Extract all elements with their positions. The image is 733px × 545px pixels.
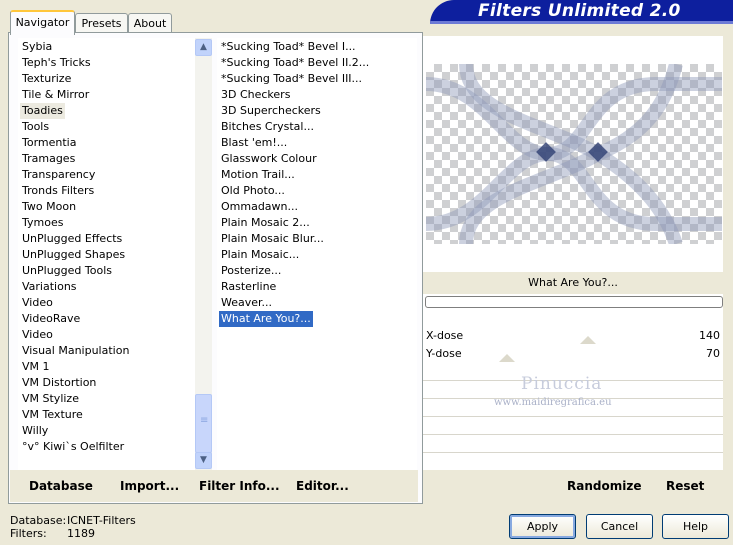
category-list-item[interactable]: Tools (20, 119, 51, 135)
filter-list-item[interactable]: *Sucking Toad* Bevel III... (219, 71, 364, 87)
param-label: Y-dose (426, 347, 462, 360)
scroll-down-icon[interactable]: ▼ (195, 452, 212, 469)
category-list-item[interactable]: VM Stylize (20, 391, 81, 407)
filter-list-item[interactable]: *Sucking Toad* Bevel II.2... (219, 55, 371, 71)
category-list-item[interactable]: UnPlugged Effects (20, 231, 124, 247)
category-list-item[interactable]: Tormentia (20, 135, 78, 151)
filter-list-item[interactable]: 3D Checkers (219, 87, 292, 103)
filter-list-item[interactable]: Rasterline (219, 279, 278, 295)
category-list-item[interactable]: VM 1 (20, 359, 52, 375)
empty-param-row (423, 434, 723, 435)
scrollbar-thumb[interactable] (195, 394, 212, 453)
database-button[interactable]: Database (29, 479, 93, 493)
filters-count-value: 1189 (67, 527, 95, 540)
category-list-item[interactable]: Tramages (20, 151, 77, 167)
param-value: 140 (699, 329, 720, 342)
database-status-value: ICNET-Filters (67, 514, 136, 527)
filter-list-item[interactable]: Blast 'em!... (219, 135, 289, 151)
category-list-item[interactable]: Texturize (20, 71, 73, 87)
param-label: X-dose (426, 329, 464, 342)
category-list-item[interactable]: Video (20, 295, 55, 311)
filter-list-item[interactable]: Plain Mosaic Blur... (219, 231, 326, 247)
category-list-item[interactable]: Transparency (20, 167, 97, 183)
filter-list-item[interactable]: Motion Trail... (219, 167, 297, 183)
filter-list-item[interactable]: Ommadawn... (219, 199, 300, 215)
param-x-dose[interactable]: X-dose 140 (423, 328, 723, 344)
filter-info-button-label: Filter Info... (199, 479, 280, 493)
tab-presets[interactable]: Presets (75, 13, 128, 33)
preview-image[interactable] (426, 64, 722, 244)
import-button[interactable]: Import... (120, 479, 179, 493)
filter-list-item[interactable]: Weaver... (219, 295, 274, 311)
category-list-item[interactable]: VM Texture (20, 407, 85, 423)
filter-list-item[interactable]: *Sucking Toad* Bevel I... (219, 39, 358, 55)
randomize-button[interactable]: Randomize (567, 479, 641, 493)
apply-button[interactable]: Apply (509, 514, 576, 539)
category-list-item[interactable]: UnPlugged Tools (20, 263, 114, 279)
filter-list-item[interactable]: Old Photo... (219, 183, 287, 199)
database-status-label: Database: (10, 514, 67, 527)
category-list-item[interactable]: Tronds Filters (20, 183, 96, 199)
filter-list-item[interactable]: Bitches Crystal... (219, 119, 316, 135)
filter-list-item[interactable]: What Are You?... (219, 311, 313, 327)
reset-button-label: Reset (666, 479, 705, 493)
category-list-item[interactable]: Tymoes (20, 215, 65, 231)
x-dose-slider-thumb[interactable] (580, 336, 596, 344)
help-button[interactable]: Help (662, 514, 729, 539)
y-dose-slider-thumb[interactable] (499, 354, 515, 362)
category-list-item[interactable]: VM Distortion (20, 375, 98, 391)
database-status: Database: ICNET-Filters (10, 514, 136, 527)
filter-list-item[interactable]: Plain Mosaic... (219, 247, 301, 263)
scroll-up-icon[interactable]: ▲ (195, 39, 212, 56)
category-list-item[interactable]: Teph's Tricks (20, 55, 93, 71)
category-list-item[interactable]: Variations (20, 279, 79, 295)
filter-list-item[interactable]: Posterize... (219, 263, 283, 279)
editor-button[interactable]: Editor... (296, 479, 349, 493)
reset-button[interactable]: Reset (666, 479, 704, 493)
filter-list-item[interactable]: Glasswork Colour (219, 151, 319, 167)
editor-button-label: Editor... (296, 479, 349, 493)
filter-info-button[interactable]: Filter Info... (199, 479, 280, 493)
empty-param-row (423, 452, 723, 453)
filters-count-label: Filters: (10, 527, 47, 540)
filters-count: Filters: 1189 (10, 527, 95, 540)
filter-name-label: What Are You?... (423, 272, 723, 294)
category-list-item[interactable]: Willy (20, 423, 50, 439)
randomize-button-label: Randomize (567, 479, 642, 493)
category-list-item[interactable]: Sybia (20, 39, 54, 55)
category-list-item[interactable]: VideoRave (20, 311, 82, 327)
import-button-label: Import... (120, 479, 180, 493)
cancel-button[interactable]: Cancel (586, 514, 653, 539)
category-list-item[interactable]: °v° Kiwi`s Oelfilter (20, 439, 126, 455)
param-value: 70 (706, 347, 720, 360)
watermark-name: Pinuccia (521, 374, 603, 394)
tab-navigator[interactable]: Navigator (10, 10, 75, 35)
watermark-url: www.maidiregrafica.eu (494, 397, 612, 408)
category-list-item[interactable]: Visual Manipulation (20, 343, 131, 359)
category-list-item[interactable]: Video (20, 327, 55, 343)
database-button-label: Database (29, 479, 93, 493)
category-scrollbar[interactable]: ▲ ▼ (195, 38, 212, 470)
empty-param-row (423, 416, 723, 417)
category-list-item[interactable]: Tile & Mirror (20, 87, 91, 103)
tab-about[interactable]: About (128, 13, 172, 33)
category-list-item[interactable]: Two Moon (20, 199, 78, 215)
filter-list-item[interactable]: Plain Mosaic 2... (219, 215, 312, 231)
title-banner: Filters Unlimited 2.0 (430, 0, 733, 24)
banner-title: Filters Unlimited 2.0 (478, 1, 681, 21)
filter-list[interactable]: *Sucking Toad* Bevel I... *Sucking Toad* … (217, 38, 417, 470)
param-y-dose[interactable]: Y-dose 70 (423, 346, 723, 362)
category-list-item[interactable]: Toadies (20, 103, 65, 119)
category-list[interactable]: Sybia Teph's Tricks Texturize Tile & Mirror… (18, 38, 195, 470)
category-list-item[interactable]: UnPlugged Shapes (20, 247, 127, 263)
progress-bar (425, 296, 723, 308)
filter-list-item[interactable]: 3D Supercheckers (219, 103, 323, 119)
